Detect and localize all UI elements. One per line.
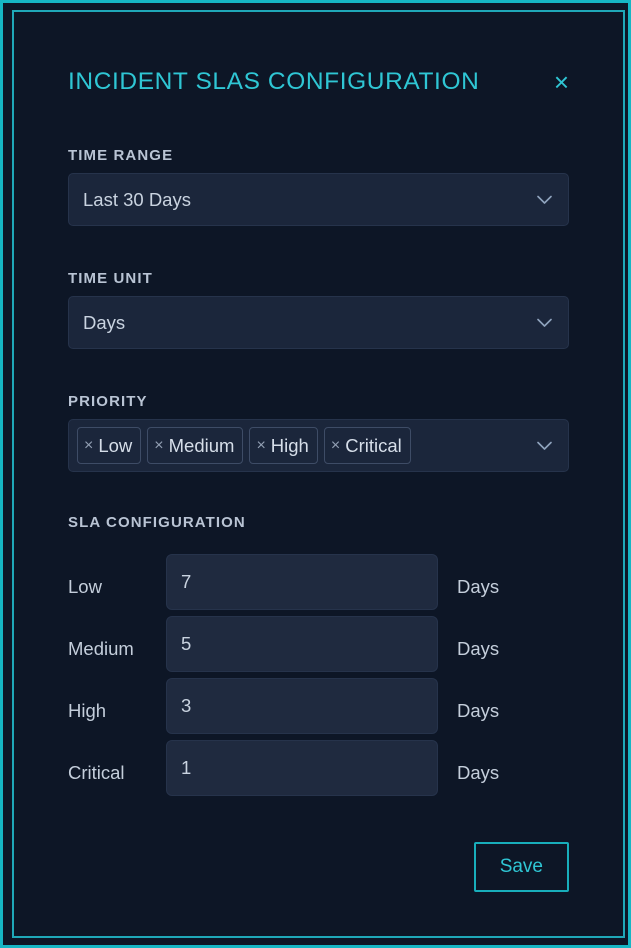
incident-slas-configuration-modal: INCIDENT SLAS CONFIGURATION × TIME RANGE… — [12, 10, 625, 938]
tag-remove-icon[interactable]: × — [154, 437, 163, 454]
modal-header: INCIDENT SLAS CONFIGURATION × — [68, 12, 569, 97]
priority-tag-high[interactable]: × High — [249, 427, 318, 464]
sla-row-unit: Days — [457, 762, 500, 783]
sla-configuration-section: SLA CONFIGURATION Low Days Medium Days H… — [68, 514, 569, 796]
chevron-down-icon — [537, 318, 552, 327]
tag-remove-icon[interactable]: × — [256, 437, 265, 454]
modal-footer: Save — [68, 842, 569, 892]
priority-tag-label: Low — [98, 434, 133, 456]
time-range-value: Last 30 Days — [83, 188, 191, 210]
save-button[interactable]: Save — [473, 842, 569, 892]
sla-input-low[interactable] — [166, 554, 438, 610]
sla-row-critical: Critical Days — [68, 734, 569, 796]
sla-configuration-heading: SLA CONFIGURATION — [68, 514, 246, 531]
priority-tag-critical[interactable]: × Critical — [323, 427, 411, 464]
time-range-label: TIME RANGE — [68, 147, 174, 164]
page-title: INCIDENT SLAS CONFIGURATION — [68, 68, 480, 95]
priority-label: PRIORITY — [68, 393, 148, 410]
priority-tag-low[interactable]: × Low — [77, 427, 142, 464]
priority-tag-label: Critical — [345, 434, 402, 456]
priority-tag-medium[interactable]: × Medium — [147, 427, 244, 464]
time-range-select[interactable]: Last 30 Days — [68, 173, 569, 226]
tag-remove-icon[interactable]: × — [331, 437, 340, 454]
sla-row-label: Low — [68, 576, 102, 597]
chevron-down-icon — [537, 441, 552, 450]
priority-multiselect[interactable]: × Low × Medium × High × Critical — [68, 419, 569, 472]
sla-row-high: High Days — [68, 672, 569, 734]
priority-tag-label: Medium — [168, 434, 235, 456]
tag-remove-icon[interactable]: × — [84, 437, 93, 454]
time-unit-label: TIME UNIT — [68, 270, 153, 287]
close-icon[interactable]: × — [550, 67, 573, 97]
sla-row-label: Critical — [68, 762, 125, 783]
app-viewport: INCIDENT SLAS CONFIGURATION × TIME RANGE… — [0, 0, 631, 948]
sla-input-high[interactable] — [166, 678, 438, 734]
sla-row-label: High — [68, 700, 107, 721]
chevron-down-icon — [537, 195, 552, 204]
sla-row-unit: Days — [457, 638, 500, 659]
sla-row-low: Low Days — [68, 548, 569, 610]
sla-input-critical[interactable] — [166, 740, 438, 796]
sla-row-label: Medium — [68, 638, 134, 659]
time-unit-select[interactable]: Days — [68, 296, 569, 349]
time-unit-value: Days — [83, 311, 126, 333]
sla-row-unit: Days — [457, 576, 500, 597]
sla-input-medium[interactable] — [166, 616, 438, 672]
sla-row-medium: Medium Days — [68, 610, 569, 672]
sla-row-unit: Days — [457, 700, 500, 721]
priority-tag-label: High — [270, 434, 309, 456]
